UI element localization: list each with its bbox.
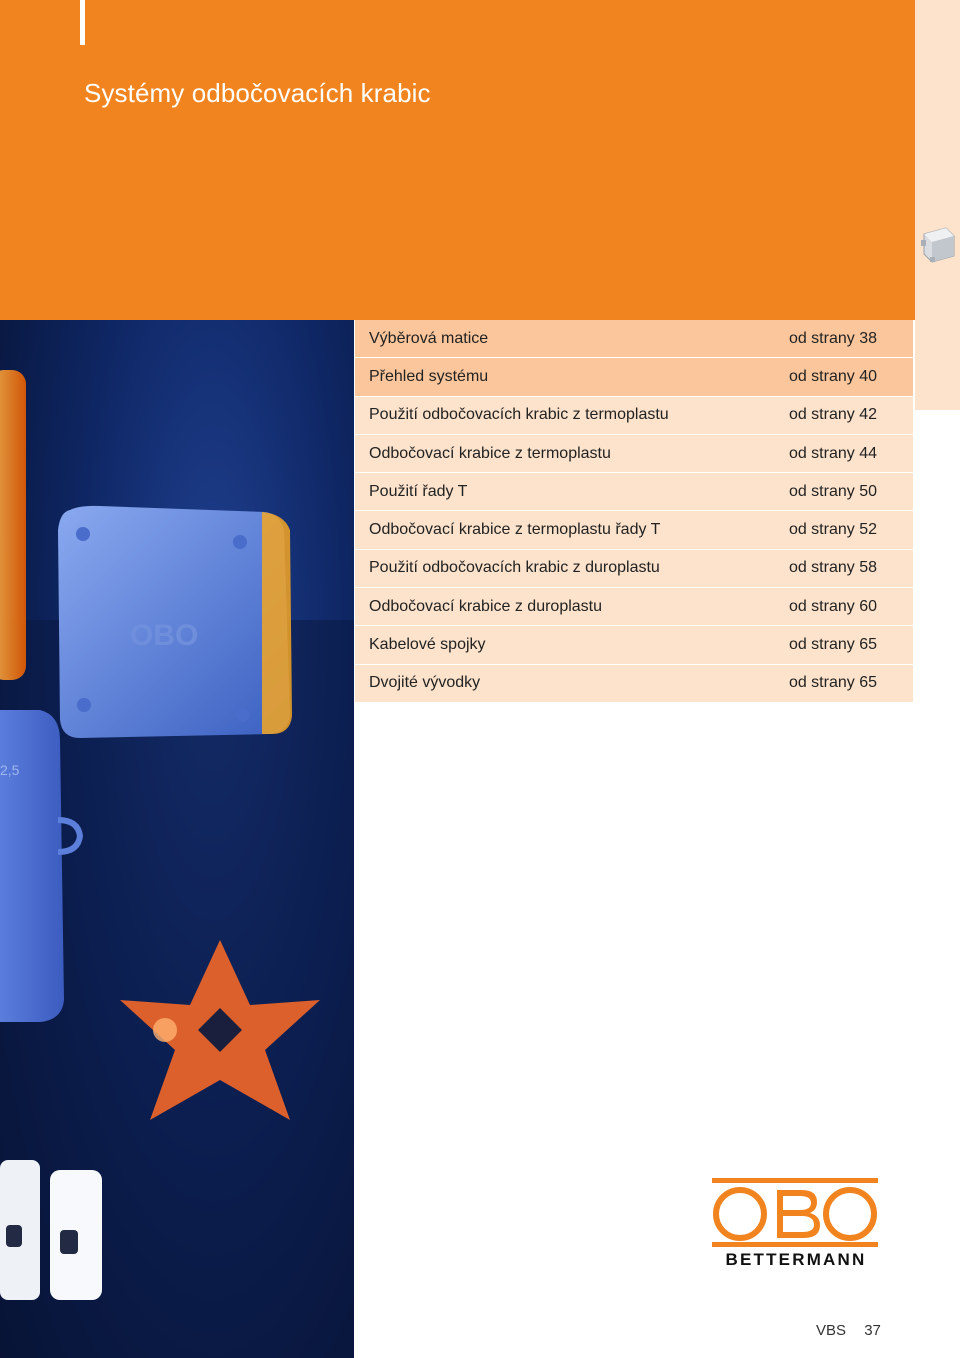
toc-row[interactable]: Dvojité vývodky od strany 65	[355, 664, 913, 703]
toc-row-page: od strany 40	[788, 367, 877, 385]
toc-row-label: Odbočovací krabice z duroplastu	[369, 597, 603, 615]
header-accent-bar	[80, 0, 85, 45]
box-rating-label: 2,5	[0, 762, 20, 778]
toc-row[interactable]: Výběrová matice od strany 38	[355, 320, 913, 359]
toc-row[interactable]: Použití řady T od strany 50	[355, 473, 913, 512]
toc-row-label: Použití řady T	[369, 482, 468, 500]
table-of-contents: Výběrová matice od strany 38 Přehled sys…	[355, 320, 913, 703]
toc-row-page: od strany 42	[788, 406, 877, 424]
toc-row-label: Výběrová matice	[369, 329, 489, 347]
box-marking-label: OBO	[130, 619, 198, 652]
toc-row-page: od strany 52	[788, 521, 877, 539]
toc-row-label: Použití odbočovacích krabic z duroplastu	[369, 559, 660, 577]
toc-row-page: od strany 38	[788, 329, 877, 347]
logo-subtitle: BETTERMANN	[725, 1250, 867, 1269]
toc-row-page: od strany 50	[788, 482, 877, 500]
toc-row-label: Přehled systému	[369, 367, 489, 385]
toc-row[interactable]: Přehled systému od strany 40	[355, 358, 913, 397]
toc-row-page: od strany 44	[788, 444, 877, 462]
page-number: 37	[864, 1322, 881, 1339]
product-photo-illustration: OBO 2,5	[0, 370, 354, 1358]
toc-row-page: od strany 60	[788, 597, 877, 615]
toc-row-page: od strany 65	[788, 636, 877, 654]
toc-row[interactable]: Odbočovací krabice z duroplastu od stran…	[355, 588, 913, 627]
toc-row-label: Odbočovací krabice z termoplastu řady T	[369, 521, 661, 539]
toc-row-label: Dvojité vývodky	[369, 674, 481, 692]
toc-row[interactable]: Odbočovací krabice z termoplastu od stra…	[355, 434, 913, 474]
footer-section: VBS	[816, 1322, 847, 1339]
toc-row-label: Použití odbočovacích krabic z termoplast…	[369, 406, 669, 424]
toc-row-label: Odbočovací krabice z termoplastu	[369, 444, 611, 462]
header-banner: Systémy odbočovacích krabic	[0, 0, 915, 320]
toc-row[interactable]: Odbočovací krabice z termoplastu řady T …	[355, 511, 913, 550]
toc-row-page: od strany 65	[788, 674, 877, 692]
toc-row[interactable]: Použití odbočovacích krabic z termoplast…	[355, 396, 913, 435]
toc-row[interactable]: Kabelové spojky od strany 65	[355, 626, 913, 665]
page-title: Systémy odbočovacích krabic	[84, 78, 431, 108]
toc-row-label: Kabelové spojky	[369, 636, 486, 654]
toc-row[interactable]: Použití odbočovacích krabic z duroplastu…	[355, 549, 913, 589]
page-footer: VBS 37	[816, 1322, 881, 1339]
product-photo: OBO 2,5	[0, 320, 354, 1358]
junction-box-thumbnail-icon	[921, 227, 955, 263]
side-tab-strip	[915, 0, 960, 410]
toc-row-page: od strany 58	[788, 559, 877, 577]
